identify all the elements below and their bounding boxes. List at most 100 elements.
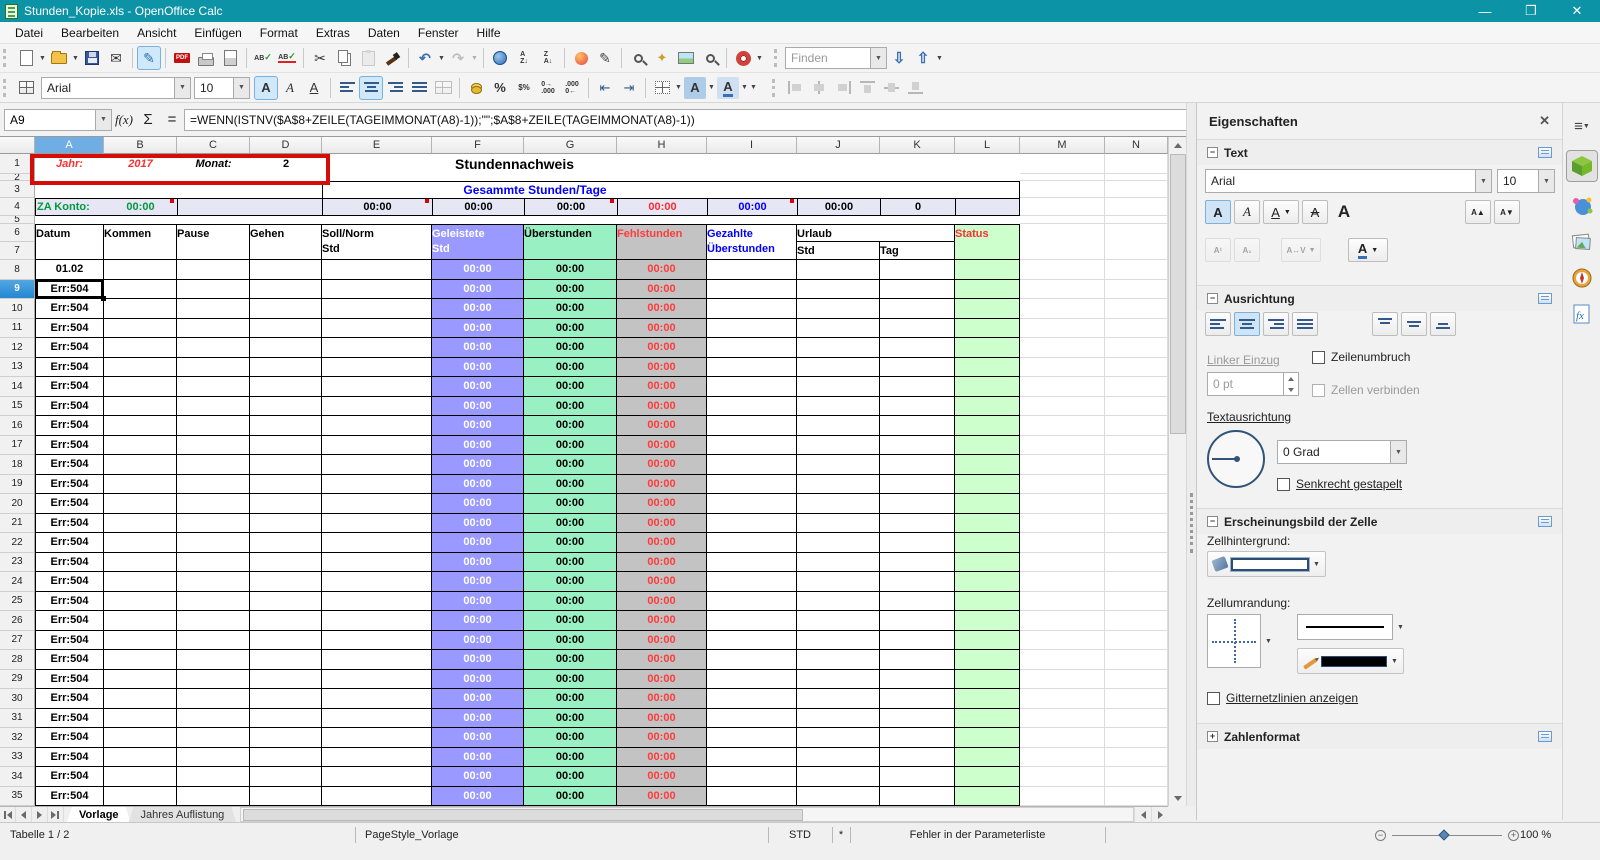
- percent-format-icon[interactable]: %: [489, 77, 511, 99]
- ueberstunden-cell[interactable]: 00:00: [524, 708, 617, 728]
- empty-cell[interactable]: [1105, 279, 1168, 299]
- menu-item-hilfe[interactable]: Hilfe: [468, 23, 510, 43]
- empty-cell[interactable]: [177, 198, 323, 216]
- summary-i[interactable]: 00:00: [707, 198, 797, 216]
- empty-cell[interactable]: [707, 279, 797, 299]
- fehlstunden-cell[interactable]: 00:00: [617, 630, 707, 650]
- row-header-29[interactable]: 29: [0, 669, 35, 689]
- shrink-font-icon[interactable]: A▼: [1494, 200, 1520, 224]
- font-size-combobox[interactable]: 10 ▼: [194, 76, 250, 99]
- empty-cell[interactable]: [104, 767, 177, 787]
- empty-cell[interactable]: [250, 669, 322, 689]
- empty-cell[interactable]: [1020, 747, 1105, 767]
- empty-cell[interactable]: [955, 198, 1020, 216]
- empty-cell[interactable]: [177, 786, 250, 806]
- column-header-N[interactable]: N: [1105, 137, 1168, 154]
- empty-cell[interactable]: [322, 786, 432, 806]
- ueberstunden-cell[interactable]: 00:00: [524, 279, 617, 299]
- fehlstunden-cell[interactable]: 00:00: [617, 435, 707, 455]
- empty-cell[interactable]: [250, 572, 322, 592]
- empty-cell[interactable]: [880, 377, 955, 397]
- ueberstunden-cell[interactable]: 00:00: [524, 572, 617, 592]
- empty-cell[interactable]: [322, 416, 432, 436]
- empty-cell[interactable]: [880, 611, 955, 631]
- toolbar-grip[interactable]: [3, 49, 10, 67]
- empty-cell[interactable]: [250, 533, 322, 553]
- font-size-dropdown[interactable]: ▼: [233, 77, 249, 98]
- empty-cell[interactable]: [880, 747, 955, 767]
- empty-cell[interactable]: [880, 299, 955, 319]
- empty-cell[interactable]: [104, 689, 177, 709]
- empty-cell[interactable]: [104, 396, 177, 416]
- empty-cell[interactable]: [104, 630, 177, 650]
- zoom-slider[interactable]: − +: [1375, 823, 1519, 847]
- last-sheet-button[interactable]: [48, 807, 64, 822]
- geleistete-cell[interactable]: 00:00: [432, 318, 524, 338]
- empty-cell[interactable]: [1020, 552, 1105, 572]
- column-header-G[interactable]: G: [524, 137, 617, 154]
- open-file-icon[interactable]: [48, 47, 70, 69]
- column-header-E[interactable]: E: [322, 137, 432, 154]
- sidebar-splitter[interactable]: [1186, 103, 1196, 806]
- empty-cell[interactable]: [250, 767, 322, 787]
- empty-cell[interactable]: [177, 747, 250, 767]
- empty-cell[interactable]: [797, 455, 880, 475]
- empty-cell[interactable]: [797, 357, 880, 377]
- empty-cell[interactable]: [797, 416, 880, 436]
- datum-cell[interactable]: Err:504: [35, 689, 104, 709]
- row-header-30[interactable]: 30: [0, 689, 35, 709]
- print-icon[interactable]: [195, 47, 217, 69]
- empty-cell[interactable]: [1105, 318, 1168, 338]
- datum-cell[interactable]: Err:504: [35, 767, 104, 787]
- fehlstunden-cell[interactable]: 00:00: [617, 533, 707, 553]
- empty-cell[interactable]: [707, 377, 797, 397]
- empty-cell[interactable]: [1020, 338, 1105, 358]
- ueberstunden-cell[interactable]: 00:00: [524, 513, 617, 533]
- copy-icon[interactable]: [333, 47, 355, 69]
- sum-icon[interactable]: Σ: [136, 111, 160, 128]
- column-header-L[interactable]: L: [955, 137, 1020, 154]
- empty-cell[interactable]: [880, 494, 955, 514]
- empty-cell[interactable]: [797, 552, 880, 572]
- empty-cell[interactable]: [797, 611, 880, 631]
- sidebar-underline-icon[interactable]: A ▼: [1263, 200, 1299, 224]
- empty-cell[interactable]: [797, 572, 880, 592]
- close-button[interactable]: ✕: [1554, 0, 1600, 22]
- vertical-scroll-thumb[interactable]: [1170, 154, 1186, 434]
- geleistete-cell[interactable]: 00:00: [432, 474, 524, 494]
- fehlstunden-cell[interactable]: 00:00: [617, 728, 707, 748]
- empty-cell[interactable]: [1020, 377, 1105, 397]
- border-line-style-dropdown[interactable]: ▼: [1397, 624, 1404, 631]
- empty-cell[interactable]: [1020, 198, 1105, 216]
- row-header-6[interactable]: 6: [0, 224, 35, 242]
- decrease-indent-icon[interactable]: ⇤: [594, 77, 616, 99]
- empty-cell[interactable]: [322, 474, 432, 494]
- empty-cell[interactable]: [1020, 181, 1105, 198]
- row-header-24[interactable]: 24: [0, 572, 35, 592]
- empty-cell[interactable]: [104, 669, 177, 689]
- empty-cell[interactable]: [177, 455, 250, 475]
- summary-h[interactable]: 00:00: [617, 198, 707, 216]
- zoom-icon[interactable]: [699, 47, 721, 69]
- column-header-B[interactable]: B: [104, 137, 177, 154]
- geleistete-cell[interactable]: 00:00: [432, 279, 524, 299]
- empty-cell[interactable]: [880, 513, 955, 533]
- row-header-7[interactable]: 7: [0, 242, 35, 260]
- function-wizard-icon[interactable]: f(x): [112, 112, 136, 128]
- datum-cell[interactable]: Err:504: [35, 650, 104, 670]
- empty-cell[interactable]: [250, 474, 322, 494]
- empty-cell[interactable]: [707, 474, 797, 494]
- new-document-dropdown[interactable]: ▼: [38, 47, 47, 69]
- section-cell-appearance[interactable]: − Erscheinungsbild der Zelle: [1197, 508, 1562, 534]
- ueberstunden-cell[interactable]: 00:00: [524, 591, 617, 611]
- empty-cell[interactable]: [104, 377, 177, 397]
- datum-cell[interactable]: 01.02: [35, 260, 104, 280]
- empty-cell[interactable]: [104, 494, 177, 514]
- collapse-icon[interactable]: −: [1207, 147, 1218, 158]
- empty-cell[interactable]: [322, 338, 432, 358]
- status-cell[interactable]: [955, 708, 1020, 728]
- empty-cell[interactable]: [880, 591, 955, 611]
- geleistete-cell[interactable]: 00:00: [432, 630, 524, 650]
- empty-cell[interactable]: [250, 630, 322, 650]
- datum-cell[interactable]: Err:504: [35, 611, 104, 631]
